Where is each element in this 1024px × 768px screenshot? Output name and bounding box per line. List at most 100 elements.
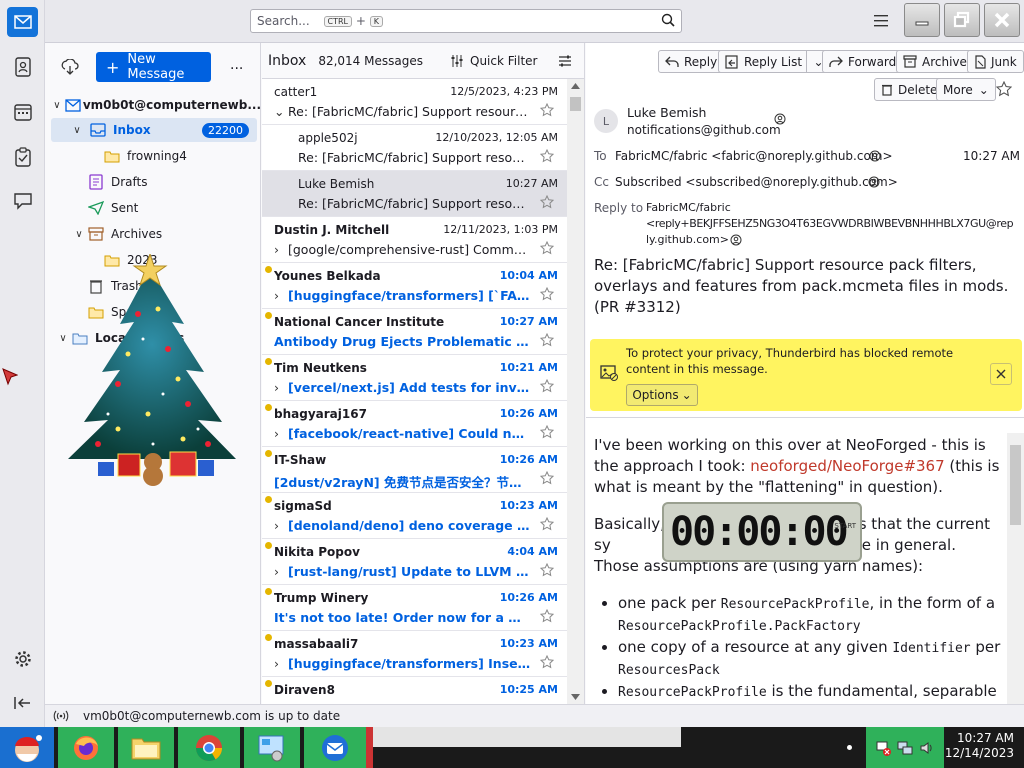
scrollbar-thumb[interactable] (1010, 445, 1021, 525)
chevron-right-icon[interactable]: › (274, 242, 288, 257)
thread-row[interactable]: Tim Neutkens 10:21 AM › [vercel/next.js] Ad… (262, 355, 568, 401)
minimize-button[interactable] (904, 3, 940, 37)
star-icon[interactable] (539, 516, 555, 531)
star-icon[interactable] (996, 81, 1012, 97)
archive-button[interactable]: Archive (896, 50, 974, 73)
unread-dot-icon[interactable] (265, 634, 272, 641)
taskbar-chrome[interactable] (178, 727, 240, 768)
star-icon[interactable] (539, 654, 555, 669)
online-status-icon[interactable] (53, 710, 69, 722)
reply-to-address[interactable]: <reply+BEKJFFSEHZ5NG3O4T63EGVWDRBIWBEVBN… (646, 217, 1014, 230)
chevron-right-icon[interactable]: › (274, 656, 288, 671)
close-notification-button[interactable] (990, 363, 1012, 385)
thread-row[interactable]: Younes Belkada 10:04 AM › [huggingface/tran… (262, 263, 568, 309)
thread-row[interactable]: Luke Bemish 10:27 AM Re: [FabricMC/fabric]… (262, 171, 568, 217)
thread-row[interactable]: catter1 12/5/2023, 4:23 PM ⌄ Re: [FabricMC/… (262, 79, 568, 125)
thread-row[interactable]: Dustin J. Mitchell 12/11/2023, 1:03 PM › [g… (262, 217, 568, 263)
star-icon[interactable] (539, 102, 555, 117)
folder-pane-menu-button[interactable]: ... (230, 57, 243, 73)
unread-dot-icon[interactable] (265, 450, 272, 457)
unread-dot-icon[interactable] (265, 542, 272, 549)
star-icon[interactable] (539, 608, 555, 623)
folder-frowning4[interactable]: frowning4 (45, 144, 261, 168)
reply-to-address-cont[interactable]: ly.github.com> (646, 233, 729, 246)
chevron-down-icon[interactable]: ⌄ (274, 104, 288, 119)
thread-row[interactable]: IT-Shaw 10:26 AM [2dust/v2rayN] 免费节点是否安全？节… (262, 447, 568, 493)
star-icon[interactable] (539, 240, 555, 255)
network-icon[interactable] (897, 740, 913, 756)
display-options-icon[interactable] (558, 54, 572, 68)
junk-button[interactable]: Junk (967, 50, 1024, 73)
chevron-right-icon[interactable]: › (274, 426, 288, 441)
contact-icon[interactable] (869, 150, 881, 162)
thread-scrollbar[interactable] (567, 79, 584, 704)
thread-row[interactable]: Trump Winery 10:26 AM It's not too late! O… (262, 585, 568, 631)
taskbar-thunderbird[interactable] (304, 727, 366, 768)
settings-gear-icon[interactable] (12, 648, 34, 670)
from-email[interactable]: notifications@github.com (627, 123, 781, 137)
unread-dot-icon[interactable] (265, 404, 272, 411)
calendar-icon[interactable] (12, 101, 34, 123)
tasks-icon[interactable] (12, 146, 34, 168)
folder-sent[interactable]: Sent (45, 196, 261, 220)
forward-button[interactable]: Forward (822, 50, 904, 73)
thread-row[interactable]: Diraven8 10:25 AM (262, 677, 568, 704)
taskbar-firefox[interactable] (58, 727, 114, 768)
get-messages-icon[interactable] (61, 59, 79, 75)
body-link[interactable]: neoforged/NeoForge#367 (750, 457, 944, 475)
close-window-button[interactable] (984, 3, 1020, 37)
folder-inbox[interactable]: ∨ Inbox 22200 (51, 118, 257, 142)
options-button[interactable]: Options ⌄ (626, 384, 698, 406)
mail-space-icon[interactable] (7, 7, 38, 37)
star-icon[interactable] (539, 194, 555, 209)
chat-icon[interactable] (12, 190, 34, 212)
address-book-icon[interactable] (12, 56, 34, 78)
search-icon[interactable] (661, 13, 675, 27)
app-menu-icon[interactable] (874, 14, 890, 28)
thread-row[interactable]: massabaali7 10:23 AM › [huggingface/transfo… (262, 631, 568, 677)
reply-list-button[interactable]: Reply List ⌄ (718, 50, 832, 73)
star-icon[interactable] (539, 424, 555, 439)
search-input[interactable]: Search... CTRL + K (250, 9, 682, 33)
chevron-down-icon[interactable]: ∨ (69, 125, 85, 136)
contact-icon[interactable] (774, 113, 786, 125)
new-message-button[interactable]: + New Message (96, 52, 211, 82)
collapse-spaces-icon[interactable] (12, 692, 34, 714)
taskbar-file-explorer[interactable] (118, 727, 174, 768)
chevron-right-icon[interactable]: › (274, 288, 288, 303)
delete-button[interactable]: Delete (874, 78, 945, 101)
unread-dot-icon[interactable] (265, 312, 272, 319)
star-icon[interactable] (539, 332, 555, 347)
chevron-right-icon[interactable]: › (274, 518, 288, 533)
volume-icon[interactable] (919, 740, 935, 756)
thread-row[interactable]: apple502j 12/10/2023, 12:05 AM Re: [Fabric… (262, 125, 568, 171)
scroll-up-icon[interactable] (571, 83, 580, 89)
star-icon[interactable] (539, 148, 555, 163)
unread-dot-icon[interactable] (265, 358, 272, 365)
taskbar-clock[interactable]: 10:27 AM 12/14/2023 (945, 731, 1014, 761)
timer-start-button[interactable]: START (834, 522, 856, 530)
scroll-down-icon[interactable] (571, 694, 580, 700)
thread-row[interactable]: sigmaSd 10:23 AM › [denoland/deno] deno cov… (262, 493, 568, 539)
unread-dot-icon[interactable] (265, 588, 272, 595)
chevron-down-icon[interactable]: ∨ (53, 100, 61, 111)
start-button[interactable] (0, 727, 54, 768)
cc-address[interactable]: Subscribed <subscribed@noreply.github.co… (615, 175, 898, 189)
unread-dot-icon[interactable] (265, 266, 272, 273)
from-name[interactable]: Luke Bemish (627, 105, 706, 120)
taskbar-control-panel[interactable] (244, 727, 300, 768)
chevron-right-icon[interactable]: › (274, 380, 288, 395)
star-icon[interactable] (539, 286, 555, 301)
unread-dot-icon[interactable] (265, 496, 272, 503)
chevron-right-icon[interactable]: › (274, 564, 288, 579)
restore-button[interactable] (944, 3, 980, 37)
reply-to-name[interactable]: FabricMC/fabric (646, 201, 731, 214)
contact-icon[interactable] (868, 176, 880, 188)
star-icon[interactable] (539, 562, 555, 577)
star-icon[interactable] (539, 378, 555, 393)
timer-widget[interactable]: 00:00:00 START (662, 502, 862, 562)
reply-button[interactable]: Reply (658, 50, 725, 73)
chevron-down-icon[interactable]: ∨ (71, 229, 87, 240)
star-icon[interactable] (539, 470, 555, 485)
to-address[interactable]: FabricMC/fabric <fabric@noreply.github.c… (615, 149, 893, 163)
